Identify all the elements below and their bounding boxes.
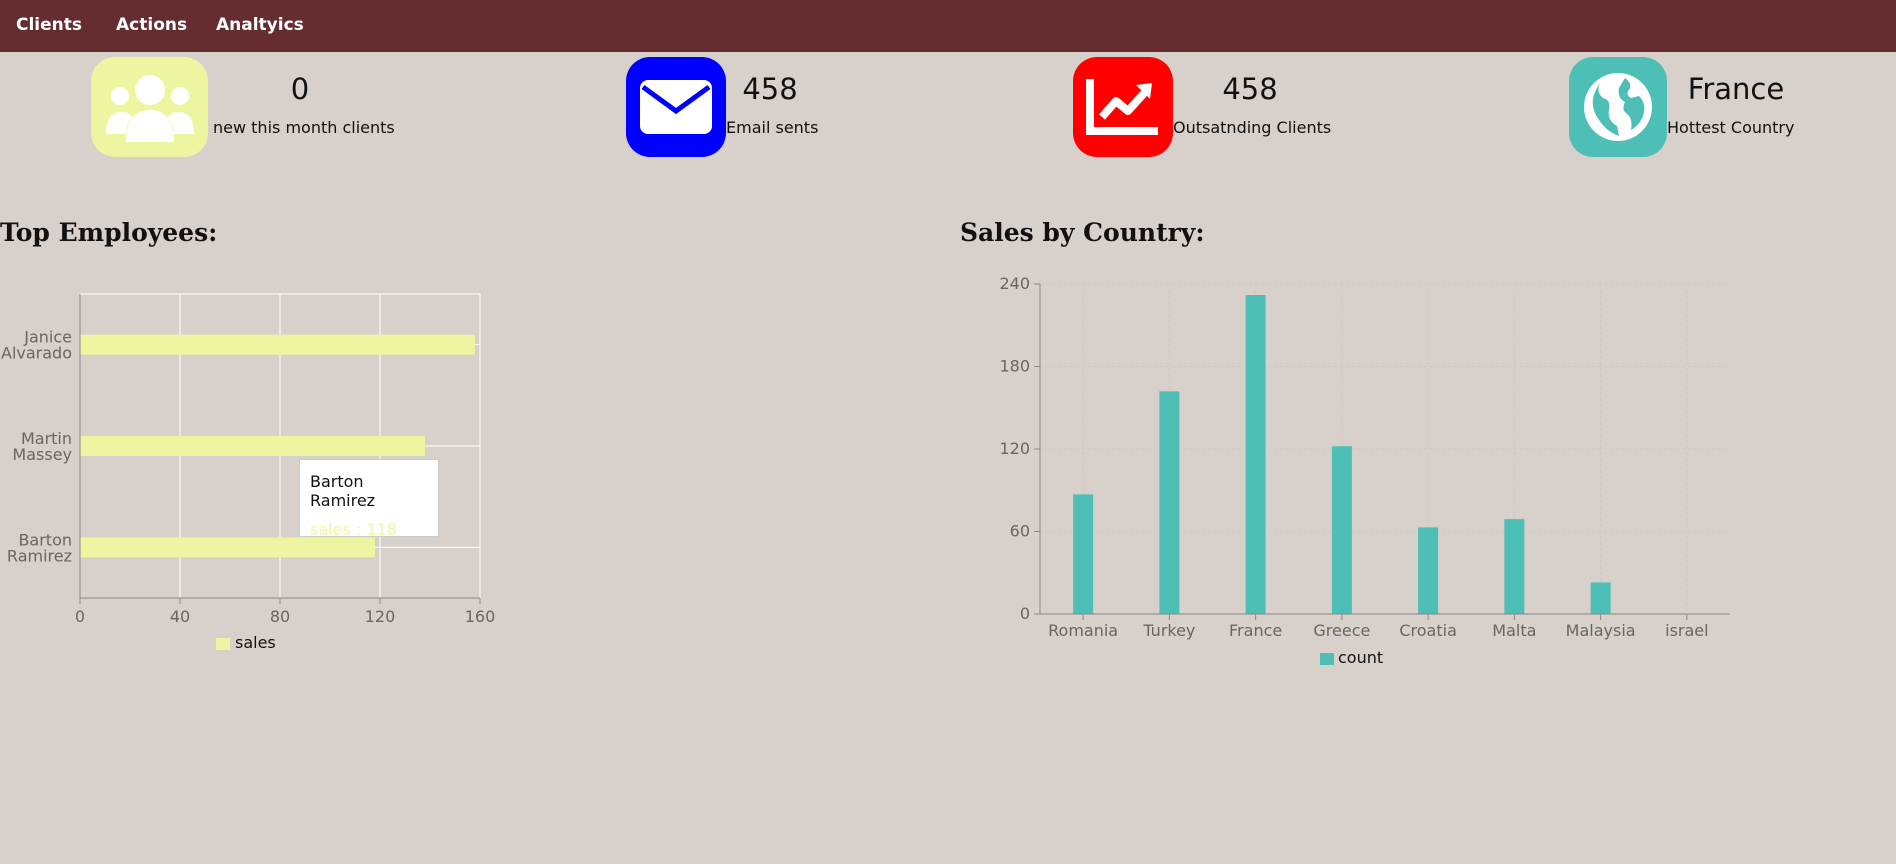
bar xyxy=(1418,527,1439,614)
country-bar-chart: 0 60 120 180 240 Romania Turkey France Greece Cro… xyxy=(999,274,1730,667)
top-employees-title: Top Employees: xyxy=(0,218,218,247)
hottest-country-label: Hottest Country xyxy=(1667,118,1795,137)
y-tick-label: 180 xyxy=(999,357,1030,376)
y-tick-label: Massey xyxy=(12,445,72,464)
legend-label: sales xyxy=(235,633,276,652)
legend-swatch xyxy=(216,638,230,650)
chart-tooltip: Barton Ramirez sales : 118 xyxy=(299,459,439,539)
emails-value: 458 xyxy=(742,72,798,106)
x-tick-label: Romania xyxy=(1048,621,1118,640)
emails-label: Email sents xyxy=(726,118,819,137)
globe-icon xyxy=(1569,57,1667,157)
top-navbar: Clients Actions Analtyics xyxy=(0,0,1896,52)
x-tick-label: Greece xyxy=(1313,621,1370,640)
x-tick-label: France xyxy=(1229,621,1282,640)
legend-label: count xyxy=(1338,648,1383,667)
envelope-icon xyxy=(626,57,726,157)
users-icon xyxy=(91,57,208,157)
x-tick-label: 80 xyxy=(270,607,290,626)
x-tick-label: 0 xyxy=(75,607,85,626)
y-tick-label: 240 xyxy=(999,274,1030,293)
new-clients-label: new this month clients xyxy=(213,118,395,137)
y-tick-label: 120 xyxy=(999,439,1030,458)
bar xyxy=(1504,519,1525,614)
x-tick-label: 120 xyxy=(365,607,396,626)
x-tick-label: Croatia xyxy=(1399,621,1457,640)
y-tick-label: 60 xyxy=(1010,522,1030,541)
bar xyxy=(80,436,425,456)
nav-analytics[interactable]: Analtyics xyxy=(216,15,304,35)
x-tick-label: 40 xyxy=(170,607,190,626)
outstanding-value: 458 xyxy=(1222,72,1278,106)
legend-swatch xyxy=(1320,653,1334,665)
bar xyxy=(1245,295,1266,614)
bar xyxy=(1073,494,1094,614)
bar xyxy=(80,334,475,355)
x-tick-label: israel xyxy=(1665,621,1708,640)
tooltip-name: Barton Ramirez xyxy=(310,472,376,510)
outstanding-label: Outsatnding Clients xyxy=(1173,118,1332,137)
y-tick-label: Alvarado xyxy=(1,344,72,363)
nav-actions[interactable]: Actions xyxy=(116,15,187,35)
y-tick-label: 0 xyxy=(1020,604,1030,623)
sales-by-country-title: Sales by Country: xyxy=(960,218,1205,247)
hottest-country-value: France xyxy=(1687,72,1785,106)
bar xyxy=(1590,582,1611,614)
x-tick-label: Malaysia xyxy=(1566,621,1636,640)
bar xyxy=(1331,446,1352,614)
bar xyxy=(1159,391,1180,614)
new-clients-value: 0 xyxy=(290,72,310,106)
employees-bar-chart: 0 40 80 120 160JaniceAlvaradoMartinMasseyBar… xyxy=(1,293,496,652)
x-tick-label: 160 xyxy=(465,607,496,626)
nav-clients[interactable]: Clients xyxy=(16,15,82,35)
x-tick-label: Malta xyxy=(1492,621,1536,640)
tooltip-value: sales : 118 xyxy=(310,520,397,539)
bar xyxy=(80,537,375,558)
chart-line-icon xyxy=(1073,57,1173,157)
x-tick-label: Turkey xyxy=(1142,621,1195,640)
y-tick-label: Ramirez xyxy=(7,546,72,565)
